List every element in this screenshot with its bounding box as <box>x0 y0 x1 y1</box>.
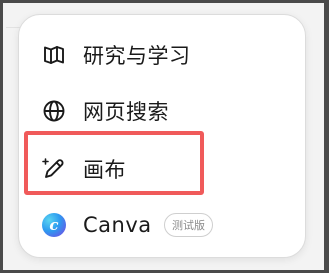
tools-menu: 研究与学习 网页搜索 画布 c Canva 测试版 <box>18 14 306 258</box>
menu-item-label: Canva <box>83 213 152 237</box>
globe-icon <box>41 98 67 124</box>
menu-item-label: 网页搜索 <box>83 100 169 124</box>
beta-badge: 测试版 <box>164 213 213 237</box>
menu-item-label: 研究与学习 <box>83 44 191 68</box>
menu-item-web-search[interactable]: 网页搜索 <box>19 91 305 131</box>
menu-item-research-and-learning[interactable]: 研究与学习 <box>19 35 305 75</box>
menu-item-label: 画布 <box>83 158 126 182</box>
menu-item-canva[interactable]: c Canva 测试版 <box>19 205 305 245</box>
book-icon <box>41 42 67 68</box>
canva-logo-letter: c <box>42 213 66 237</box>
canva-logo-icon: c <box>41 212 67 238</box>
menu-item-canvas[interactable]: 画布 <box>19 149 305 189</box>
pen-sparkle-icon <box>41 156 67 182</box>
